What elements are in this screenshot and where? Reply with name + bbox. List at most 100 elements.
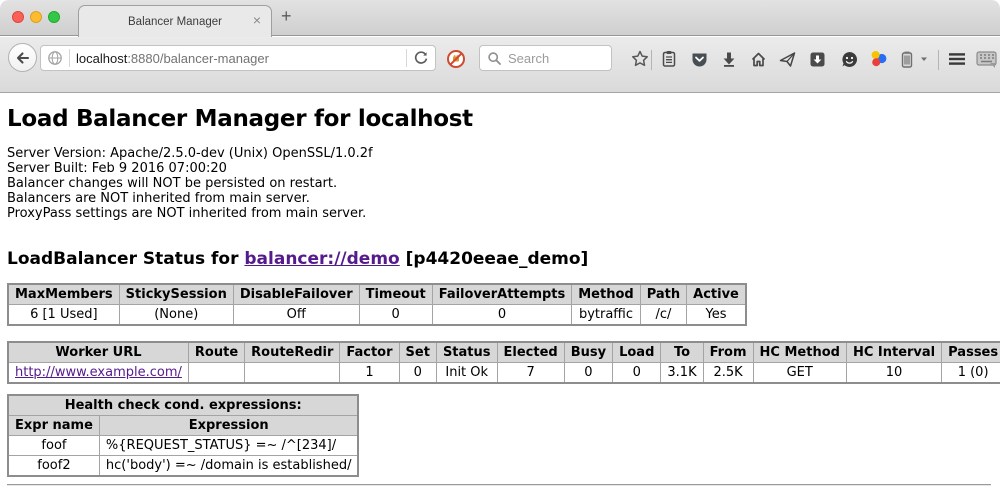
table-cell: 0 [432, 305, 572, 326]
smiley-icon [840, 50, 859, 69]
table-row: foof2hc('body') =~ /domain is establishe… [8, 456, 358, 477]
search-placeholder: Search [508, 51, 549, 66]
emoji-addon-button[interactable] [838, 48, 860, 70]
page-content: Load Balancer Manager for localhost Serv… [0, 94, 1000, 491]
send-icon [778, 50, 797, 69]
table-row: http://www.example.com/ 10Init Ok7003.1K… [8, 363, 1000, 384]
battery-addon-dropdown[interactable] [917, 48, 931, 70]
table-cell: %{REQUEST_STATUS} =~ /^[234]/ [99, 436, 358, 456]
column-header: Status [436, 342, 497, 363]
urlbar-divider [406, 49, 407, 67]
home-icon [749, 50, 768, 69]
column-header: FailoverAttempts [432, 284, 572, 305]
table-cell [245, 363, 340, 384]
column-header: RouteRedir [245, 342, 340, 363]
battery-addon-button[interactable] [896, 48, 918, 70]
table-cell: foof [8, 436, 99, 456]
globe-icon [47, 50, 63, 66]
table-cell: http://www.example.com/ [8, 363, 188, 384]
download-helper-button[interactable] [806, 48, 828, 70]
table-cell: 7 [497, 363, 564, 384]
table-cell: 1 [340, 363, 399, 384]
table-cell: Off [233, 305, 359, 326]
worker-url-link[interactable]: http://www.example.com/ [15, 365, 182, 380]
reading-list-button[interactable] [658, 48, 680, 70]
bookmark-star-button[interactable] [629, 48, 651, 70]
column-header: Worker URL [8, 342, 188, 363]
column-header: Busy [564, 342, 612, 363]
url-path: :8880/balancer-manager [127, 51, 269, 66]
menu-button[interactable] [946, 48, 968, 70]
urlbar-divider [69, 49, 70, 67]
reload-icon[interactable] [413, 50, 429, 66]
minimize-window-button[interactable] [30, 11, 42, 23]
tab-close-icon[interactable]: × [253, 12, 261, 28]
back-icon [14, 49, 32, 67]
url-host: localhost [76, 51, 127, 66]
table-cell: 0 [613, 363, 661, 384]
table-row: 6 [1 Used](None)Off00bytraffic/c/Yes [8, 305, 746, 326]
keyboard-addon-button[interactable] [976, 48, 998, 70]
new-tab-button[interactable]: + [281, 6, 292, 27]
column-header: HC Interval [846, 342, 941, 363]
column-header: Factor [340, 342, 399, 363]
health-check-expressions-table: Health check cond. expressions:Expr name… [7, 394, 359, 477]
clipboard-icon [660, 50, 678, 68]
status-prefix: LoadBalancer Status for [7, 249, 244, 269]
download-box-icon [808, 50, 827, 69]
close-window-button[interactable] [12, 11, 24, 23]
home-button[interactable] [747, 48, 769, 70]
inherit-note-line: Balancers are NOT inherited from main se… [7, 191, 993, 206]
table-cell: GET [753, 363, 846, 384]
balancer-settings-table: MaxMembersStickySessionDisableFailoverTi… [7, 283, 747, 326]
column-header: Timeout [359, 284, 432, 305]
column-header: Method [572, 284, 640, 305]
maximize-window-button[interactable] [48, 11, 60, 23]
table-cell: 10 [846, 363, 941, 384]
proxypass-note-line: ProxyPass settings are NOT inherited fro… [7, 206, 993, 221]
browser-window: Balancer Manager × + localhost:8880/bala… [0, 0, 1000, 491]
table-cell: (None) [119, 305, 233, 326]
page-title: Load Balancer Manager for localhost [7, 106, 993, 132]
colored-dots-addon-button[interactable] [868, 48, 890, 70]
battery-icon [898, 50, 916, 69]
table-cell: bytraffic [572, 305, 640, 326]
column-header: MaxMembers [8, 284, 119, 305]
server-version-line: Server Version: Apache/2.5.0-dev (Unix) … [7, 146, 993, 161]
server-info-block: Server Version: Apache/2.5.0-dev (Unix) … [7, 146, 993, 221]
worker-status-table: Worker URLRouteRouteRedirFactorSetStatus… [7, 341, 1000, 384]
block-plugin-button[interactable] [445, 48, 467, 70]
toolbar-divider [938, 50, 939, 70]
column-header: HC Method [753, 342, 846, 363]
keyboard-icon [976, 49, 998, 69]
back-button[interactable] [8, 43, 37, 72]
toolbar-divider [651, 50, 652, 70]
column-header: Set [399, 342, 436, 363]
send-tab-button[interactable] [776, 48, 798, 70]
table-cell: Yes [687, 305, 746, 326]
column-header: Path [640, 284, 686, 305]
search-icon [487, 51, 502, 66]
column-header: Passes [942, 342, 1000, 363]
tab-balancer-manager[interactable]: Balancer Manager × [78, 5, 272, 37]
pocket-icon [690, 50, 709, 69]
url-text[interactable]: localhost:8880/balancer-manager [76, 51, 269, 66]
table-cell: hc('body') =~ /domain is established/ [99, 456, 358, 477]
column-header: Expr name [8, 416, 99, 436]
table-cell: 0 [399, 363, 436, 384]
column-header: To [661, 342, 703, 363]
column-header: Expression [99, 416, 358, 436]
loadbalancer-status-heading: LoadBalancer Status for balancer://demo … [7, 249, 993, 269]
search-field[interactable]: Search [479, 45, 612, 71]
downloads-button[interactable] [718, 48, 740, 70]
persist-note-line: Balancer changes will NOT be persisted o… [7, 176, 993, 191]
server-built-line: Server Built: Feb 9 2016 07:00:20 [7, 161, 993, 176]
balancer-demo-link[interactable]: balancer://demo [244, 249, 399, 269]
table-title: Health check cond. expressions: [8, 395, 358, 416]
url-bar[interactable]: localhost:8880/balancer-manager [40, 45, 436, 71]
pocket-button[interactable] [688, 48, 710, 70]
column-header: From [703, 342, 753, 363]
colored-dots-icon [869, 49, 889, 69]
column-header: Route [188, 342, 244, 363]
table-row: foof%{REQUEST_STATUS} =~ /^[234]/ [8, 436, 358, 456]
